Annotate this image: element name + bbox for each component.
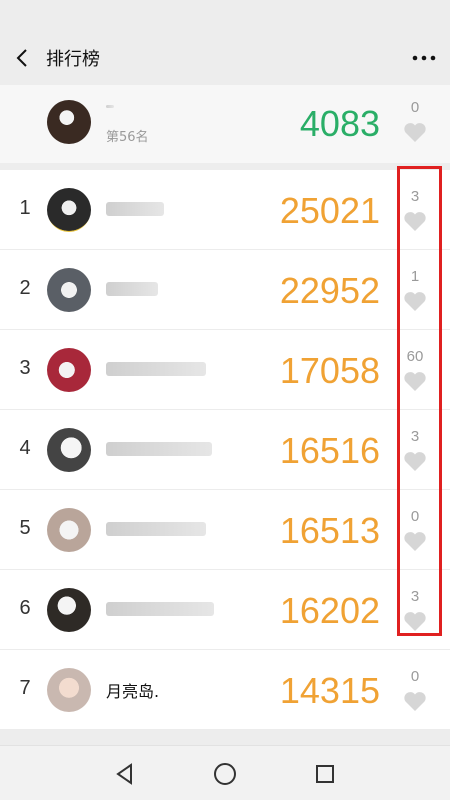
back-chevron-icon bbox=[16, 48, 27, 67]
nav-home-button[interactable] bbox=[212, 761, 238, 787]
avatar bbox=[47, 348, 91, 392]
rank-number: 1 bbox=[19, 197, 31, 219]
heart-icon bbox=[404, 692, 426, 711]
avatar bbox=[47, 588, 91, 632]
user-name bbox=[106, 518, 206, 537]
name-redacted bbox=[106, 601, 214, 616]
steps-count: 25021 bbox=[279, 190, 380, 231]
name-redacted bbox=[106, 441, 212, 456]
my-avatar bbox=[47, 100, 91, 144]
name-redacted bbox=[106, 201, 164, 216]
avatar bbox=[47, 508, 91, 552]
rank-number: 4 bbox=[19, 437, 31, 459]
avatar bbox=[47, 668, 91, 712]
my-name-redacted bbox=[106, 105, 114, 108]
user-name bbox=[106, 358, 206, 377]
like-button[interactable]: 0 bbox=[395, 668, 435, 712]
nav-back-button[interactable] bbox=[112, 761, 138, 787]
ranking-row[interactable]: 1 25021 3 bbox=[0, 170, 450, 250]
rank-number: 3 bbox=[19, 357, 31, 379]
steps-count: 17058 bbox=[279, 350, 380, 391]
user-name bbox=[106, 278, 158, 297]
rank-number: 2 bbox=[19, 277, 31, 299]
my-rank-text: 第56名 bbox=[106, 130, 149, 145]
rank-number: 6 bbox=[19, 597, 31, 619]
ranking-row[interactable]: 3 17058 60 bbox=[0, 330, 450, 410]
steps-count: 16202 bbox=[279, 590, 380, 631]
name-redacted bbox=[106, 281, 158, 296]
page-title: 排行榜 bbox=[46, 48, 100, 70]
ranking-list: 1 25021 3 2 22952 1 3 17058 60 4 16516 3… bbox=[0, 170, 450, 730]
avatar bbox=[47, 268, 91, 312]
steps-count: 14315 bbox=[279, 670, 380, 711]
square-recent-icon bbox=[316, 765, 334, 783]
like-column-highlight-box bbox=[397, 166, 442, 636]
user-name bbox=[106, 198, 164, 217]
circle-home-icon bbox=[214, 763, 236, 785]
steps-count: 16516 bbox=[279, 430, 380, 471]
status-bar bbox=[0, 0, 450, 30]
rank-number: 7 bbox=[19, 677, 31, 699]
back-button[interactable] bbox=[0, 30, 44, 85]
user-name bbox=[106, 438, 212, 457]
like-count: 0 bbox=[410, 668, 420, 685]
nav-recent-button[interactable] bbox=[312, 761, 338, 787]
steps-count: 16513 bbox=[279, 510, 380, 551]
user-name: 月亮岛. bbox=[106, 682, 160, 701]
my-rank-row[interactable]: 第56名 4083 0 bbox=[0, 85, 450, 163]
my-like[interactable]: 0 bbox=[395, 99, 435, 143]
my-steps: 4083 bbox=[299, 103, 380, 144]
ranking-row[interactable]: 4 16516 3 bbox=[0, 410, 450, 490]
header-bar: 排行榜 bbox=[0, 30, 450, 85]
ranking-row[interactable]: 7 月亮岛. 14315 0 bbox=[0, 650, 450, 730]
ranking-row[interactable]: 6 16202 3 bbox=[0, 570, 450, 650]
name-redacted bbox=[106, 361, 206, 376]
avatar bbox=[47, 428, 91, 472]
system-nav-bar bbox=[0, 745, 450, 800]
ranking-row[interactable]: 5 16513 0 bbox=[0, 490, 450, 570]
more-button[interactable] bbox=[412, 30, 436, 85]
name-redacted bbox=[106, 521, 206, 536]
user-name bbox=[106, 598, 214, 617]
ranking-row[interactable]: 2 22952 1 bbox=[0, 250, 450, 330]
more-dots-icon bbox=[412, 55, 436, 60]
steps-count: 22952 bbox=[279, 270, 380, 311]
heart-icon bbox=[404, 123, 426, 142]
triangle-back-icon bbox=[116, 763, 132, 785]
rank-number: 5 bbox=[19, 517, 31, 539]
my-like-count: 0 bbox=[410, 99, 420, 116]
avatar bbox=[47, 188, 91, 232]
